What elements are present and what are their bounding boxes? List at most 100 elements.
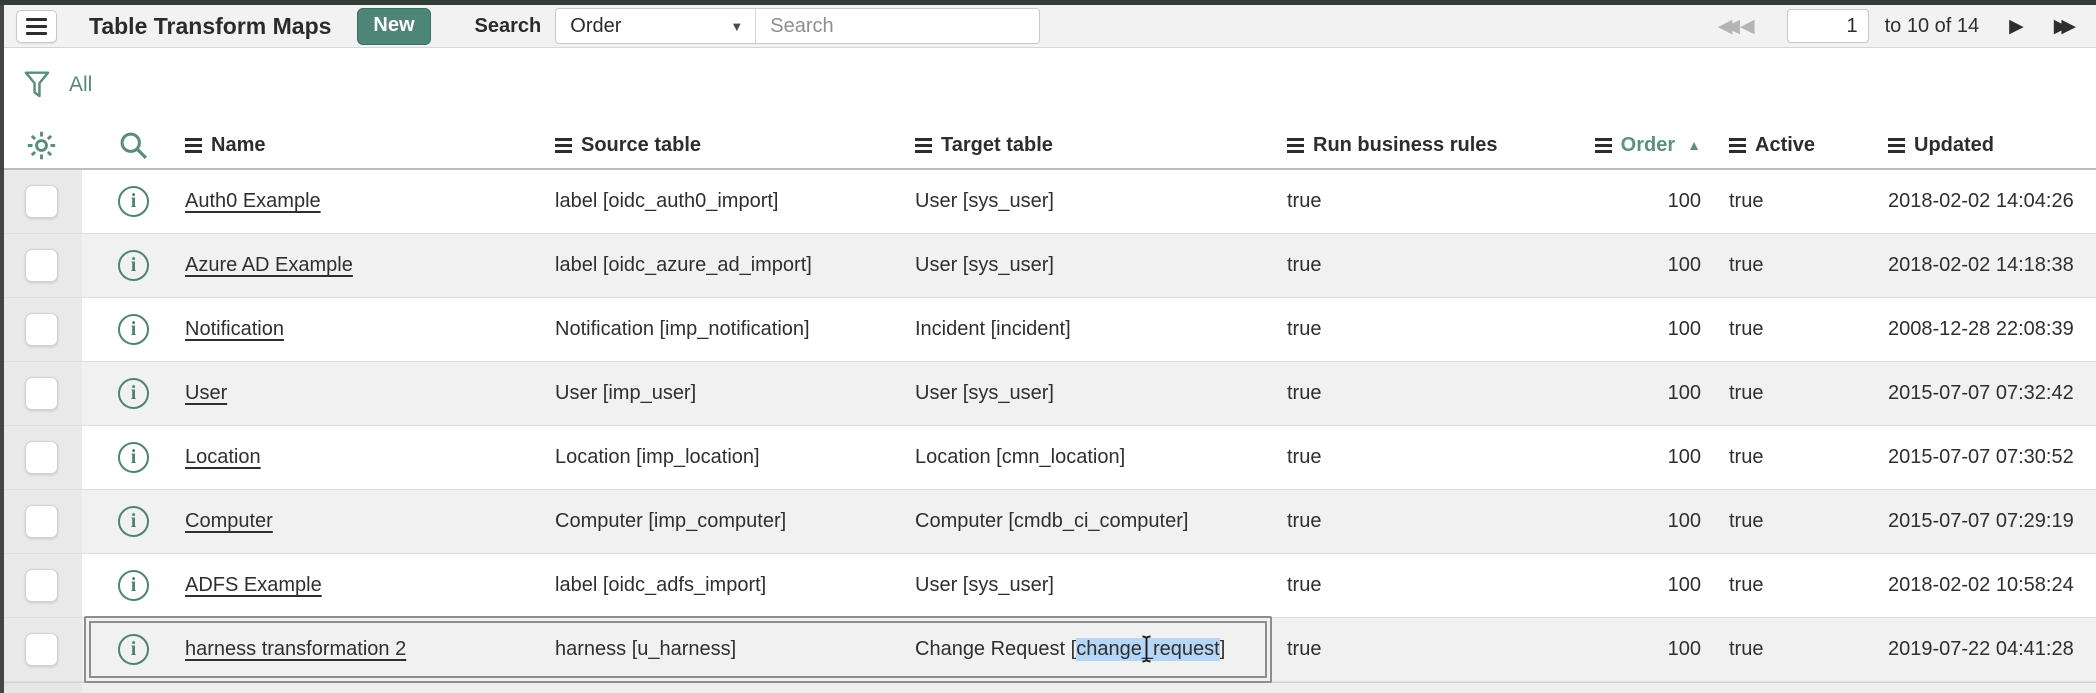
row-checkbox[interactable] (25, 569, 58, 602)
cell-updated[interactable]: 2015-07-07 07:30:52 (1858, 426, 2096, 489)
cell-source-table[interactable]: label [oidc_auth0_import] (555, 170, 915, 233)
record-link[interactable]: harness transformation 2 (185, 638, 406, 661)
cell-run[interactable]: true (1287, 362, 1559, 425)
row-checkbox[interactable] (25, 505, 58, 538)
info-icon[interactable]: i (118, 570, 149, 601)
cell-order[interactable]: 100 (1559, 554, 1701, 617)
record-link[interactable]: Location (185, 446, 261, 469)
row-checkbox[interactable] (25, 441, 58, 474)
table-transform-maps-list: Table Transform Maps New Search Order ▼ … (0, 0, 2096, 693)
cell-run[interactable]: true (1287, 234, 1559, 297)
cell-target-table[interactable]: User [sys_user] (915, 234, 1287, 297)
column-header-order[interactable]: Order▲ (1559, 122, 1701, 168)
info-icon[interactable]: i (118, 506, 149, 537)
cell-active[interactable]: true (1701, 170, 1858, 233)
search-combo: Order ▼ (555, 8, 1040, 44)
cell-order[interactable]: 100 (1559, 234, 1701, 297)
cell-run[interactable]: true (1287, 618, 1559, 681)
row-info-cell: i (82, 170, 185, 233)
page-number-input[interactable] (1787, 9, 1869, 43)
info-icon[interactable]: i (118, 186, 149, 217)
column-header-active[interactable]: Active (1701, 122, 1858, 168)
cell-order[interactable]: 100 (1559, 298, 1701, 361)
column-header-run[interactable]: Run business rules (1287, 122, 1559, 168)
cell-order[interactable]: 100 (1559, 490, 1701, 553)
cell-source-table[interactable]: harness [u_harness] (555, 618, 915, 681)
record-link[interactable]: User (185, 382, 227, 405)
record-link[interactable]: ADFS Example (185, 574, 322, 597)
info-icon[interactable]: i (118, 442, 149, 473)
gear-icon[interactable] (24, 128, 59, 163)
cell-source-table[interactable]: Computer [imp_computer] (555, 490, 915, 553)
cell-source-table[interactable]: Location [imp_location] (555, 426, 915, 489)
cell-active[interactable]: true (1701, 554, 1858, 617)
next-page-button[interactable]: ▶ (2009, 15, 2024, 38)
cell-order[interactable]: 100 (1559, 170, 1701, 233)
search-icon[interactable] (117, 129, 150, 162)
cell-target-table[interactable]: User [sys_user] (915, 170, 1287, 233)
last-page-button[interactable]: ▶▶ (2054, 15, 2069, 38)
cell-active[interactable]: true (1701, 362, 1858, 425)
row-checkbox[interactable] (25, 377, 58, 410)
info-icon[interactable]: i (118, 378, 149, 409)
cell-target-table[interactable]: Location [cmn_location] (915, 426, 1287, 489)
record-link[interactable]: Notification (185, 318, 284, 341)
cell-target-table[interactable]: User [sys_user] (915, 554, 1287, 617)
record-link[interactable]: Azure AD Example (185, 254, 353, 277)
cell-source-table[interactable]: User [imp_user] (555, 362, 915, 425)
column-header-name[interactable]: Name (185, 122, 555, 168)
cell-updated[interactable]: 2015-07-07 07:32:42 (1858, 362, 2096, 425)
previous-page-button[interactable]: ◀ (1740, 15, 1755, 38)
cell-run[interactable]: true (1287, 298, 1559, 361)
cell-name: Azure AD Example (185, 234, 555, 297)
filter-funnel-icon[interactable] (22, 69, 52, 101)
info-icon[interactable]: i (118, 250, 149, 281)
cell-target-table[interactable]: User [sys_user] (915, 362, 1287, 425)
cell-order[interactable]: 100 (1559, 362, 1701, 425)
row-info-cell: i (82, 618, 185, 681)
cell-active[interactable]: true (1701, 490, 1858, 553)
first-page-button[interactable]: ◀◀ (1718, 15, 1733, 38)
cell-source-table[interactable]: label [oidc_azure_ad_import] (555, 234, 915, 297)
cell-order[interactable]: 100 (1559, 426, 1701, 489)
row-checkbox[interactable] (25, 249, 58, 282)
cell-active[interactable]: true (1701, 426, 1858, 489)
search-input[interactable] (756, 9, 1039, 43)
column-header-source[interactable]: Source table (555, 122, 915, 168)
cell-target-table[interactable]: Change Request [change_request] (915, 618, 1287, 681)
table-row: i Notification Notification [imp_notificat… (0, 298, 2096, 362)
record-link[interactable]: Auth0 Example (185, 190, 321, 213)
info-icon[interactable]: i (118, 314, 149, 345)
row-checkbox[interactable] (25, 633, 58, 666)
cell-active[interactable]: true (1701, 298, 1858, 361)
cell-run[interactable]: true (1287, 490, 1559, 553)
new-button[interactable]: New (357, 8, 430, 45)
breadcrumb-all[interactable]: All (69, 73, 92, 97)
cell-source-table[interactable]: label [oidc_adfs_import] (555, 554, 915, 617)
cell-active[interactable]: true (1701, 618, 1858, 681)
cell-source-table[interactable]: Notification [imp_notification] (555, 298, 915, 361)
row-checkbox[interactable] (25, 185, 58, 218)
cell-run[interactable]: true (1287, 170, 1559, 233)
row-checkbox[interactable] (25, 313, 58, 346)
cell-updated[interactable]: 2018-02-02 14:04:26 (1858, 170, 2096, 233)
column-header-target[interactable]: Target table (915, 122, 1287, 168)
cell-updated[interactable]: 2018-02-02 14:18:38 (1858, 234, 2096, 297)
cell-run[interactable]: true (1287, 554, 1559, 617)
cell-target-table[interactable]: Incident [incident] (915, 298, 1287, 361)
row-checkbox-cell (0, 426, 82, 489)
record-link[interactable]: Computer (185, 510, 273, 533)
info-icon[interactable]: i (118, 634, 149, 665)
cell-updated[interactable]: 2008-12-28 22:08:39 (1858, 298, 2096, 361)
search-field-select[interactable]: Order ▼ (556, 9, 756, 43)
cell-order[interactable]: 100 (1559, 618, 1701, 681)
cell-updated[interactable]: 2018-02-02 10:58:24 (1858, 554, 2096, 617)
cell-active[interactable]: true (1701, 234, 1858, 297)
cell-updated[interactable]: 2019-07-22 04:41:28 (1858, 618, 2096, 681)
row-checkbox-cell (0, 618, 82, 681)
cell-target-table[interactable]: Computer [cmdb_ci_computer] (915, 490, 1287, 553)
cell-run[interactable]: true (1287, 426, 1559, 489)
column-header-updated[interactable]: Updated (1858, 122, 2096, 168)
cell-updated[interactable]: 2015-07-07 07:29:19 (1858, 490, 2096, 553)
list-context-menu-button[interactable] (16, 10, 57, 43)
